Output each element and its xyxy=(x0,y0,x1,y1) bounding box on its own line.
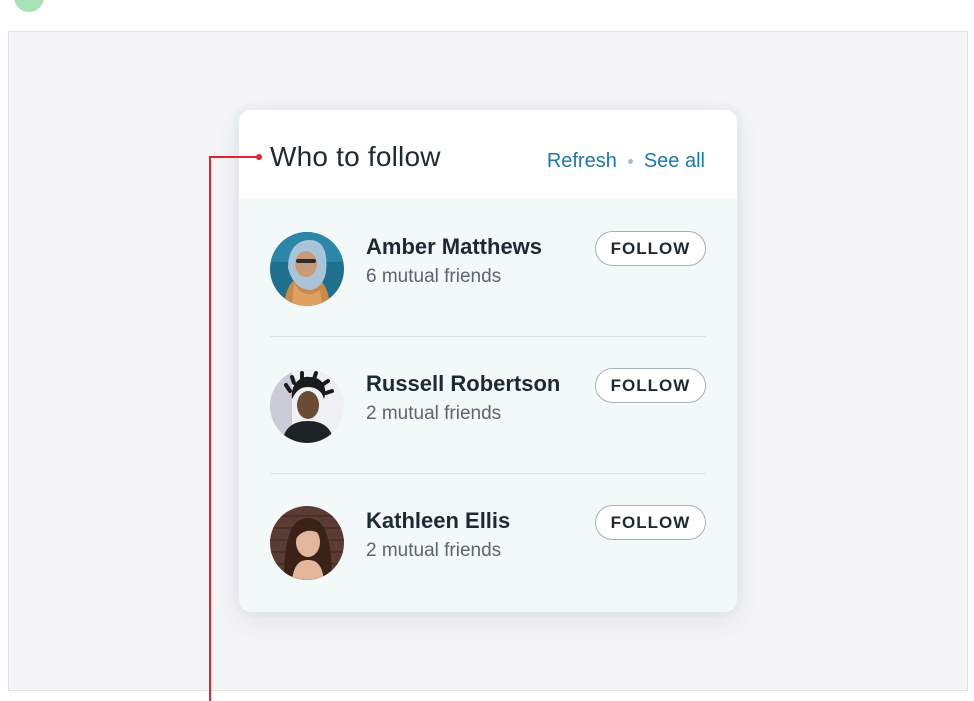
list-item: Russell Robertson 2 mutual friends FOLLO… xyxy=(270,335,706,472)
avatar-photo-icon xyxy=(270,506,344,580)
mutual-friends: 2 mutual friends xyxy=(366,403,502,424)
status-dot-icon xyxy=(14,0,44,12)
separator-dot-icon xyxy=(627,159,633,164)
mutual-friends: 6 mutual friends xyxy=(366,266,502,287)
list-item: Amber Matthews 6 mutual friends FOLLOW xyxy=(270,198,706,335)
card-header: Who to follow Refresh See all xyxy=(239,110,737,198)
follow-button[interactable]: FOLLOW xyxy=(595,231,706,266)
card-title: Who to follow xyxy=(270,141,441,172)
avatar-photo-icon xyxy=(270,369,344,443)
follow-button[interactable]: FOLLOW xyxy=(595,368,706,403)
person-name[interactable]: Russell Robertson xyxy=(366,371,560,397)
person-name[interactable]: Amber Matthews xyxy=(366,234,542,260)
follow-button[interactable]: FOLLOW xyxy=(595,505,706,540)
avatar[interactable] xyxy=(270,506,344,580)
list-item: Kathleen Ellis 2 mutual friends FOLLOW xyxy=(270,472,706,609)
person-name[interactable]: Kathleen Ellis xyxy=(366,508,510,534)
see-all-link[interactable]: See all xyxy=(644,150,705,173)
callout-line xyxy=(209,156,259,158)
header-actions: Refresh See all xyxy=(547,150,705,173)
callout-line xyxy=(209,157,211,701)
refresh-link[interactable]: Refresh xyxy=(547,150,617,173)
callout-dot-icon xyxy=(256,154,262,160)
avatar-photo-icon xyxy=(270,232,344,306)
mutual-friends: 2 mutual friends xyxy=(366,540,502,561)
page: Who to follow Refresh See all Amber Matt… xyxy=(0,0,974,701)
avatar[interactable] xyxy=(270,232,344,306)
who-to-follow-card: Who to follow Refresh See all Amber Matt… xyxy=(239,110,737,612)
avatar[interactable] xyxy=(270,369,344,443)
